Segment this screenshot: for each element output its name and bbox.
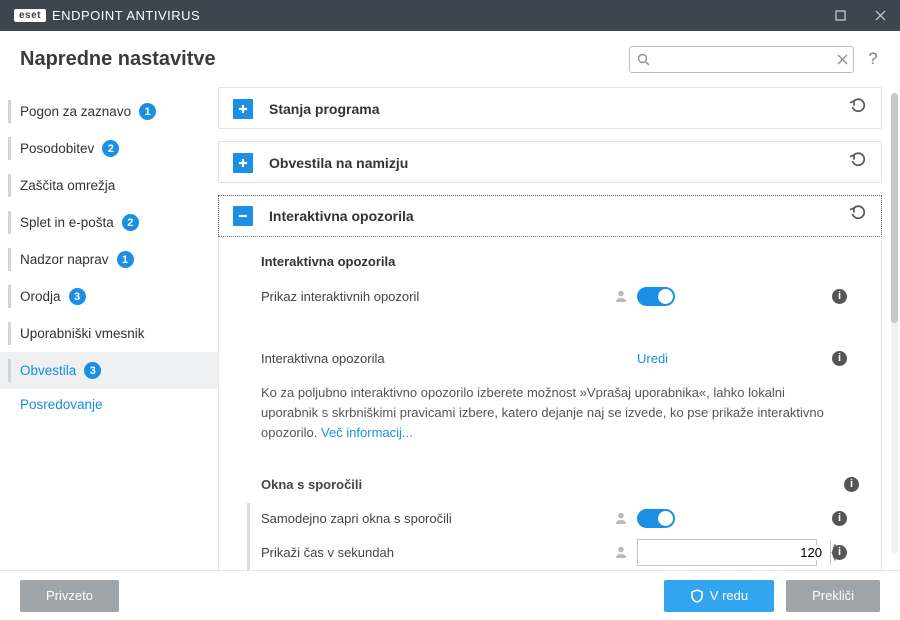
user-icon — [611, 511, 631, 525]
brand-badge: eset — [14, 9, 46, 22]
setting-label: Prikaz interaktivnih opozoril — [261, 289, 611, 304]
sidebar-sublink-forwarding[interactable]: Posredovanje — [0, 389, 218, 419]
badge: 1 — [139, 103, 156, 120]
seconds-stepper[interactable]: ▲ ▼ — [637, 539, 817, 566]
setting-label: Prikaži čas v sekundah — [261, 545, 611, 560]
sidebar-item-ui[interactable]: Uporabniški vmesnik — [0, 315, 218, 352]
setting-label: Samodejno zapri okna s sporočili — [261, 511, 611, 526]
window-maximize-icon[interactable] — [820, 0, 860, 31]
info-icon[interactable]: i — [844, 477, 859, 492]
panel-title: Obvestila na namizju — [269, 155, 850, 171]
edit-link[interactable]: Uredi — [637, 351, 668, 366]
row-show-alerts: Prikaz interaktivnih opozoril i — [261, 281, 859, 311]
info-icon[interactable]: i — [832, 545, 847, 560]
shield-icon — [690, 589, 704, 603]
panel-header[interactable]: Interaktivna opozorila — [218, 195, 882, 237]
panel-title: Stanja programa — [269, 101, 850, 117]
badge: 3 — [84, 362, 101, 379]
panel-interactive-alerts: Interaktivna opozorila Interaktivna opoz… — [218, 195, 882, 570]
revert-icon[interactable] — [850, 152, 867, 174]
user-icon — [611, 545, 631, 559]
search-field[interactable] — [656, 51, 831, 67]
row-alert-list: Interaktivna opozorila Uredi i — [261, 343, 859, 373]
info-icon[interactable]: i — [832, 351, 847, 366]
sidebar-item-web[interactable]: Splet in e-pošta2 — [0, 204, 218, 241]
row-time: Prikaži čas v sekundah ▲ ▼ — [261, 537, 859, 567]
badge: 2 — [122, 214, 139, 231]
badge: 1 — [117, 251, 134, 268]
section-heading: Interaktivna opozorila — [261, 254, 859, 269]
product-title: ENDPOINT ANTIVIRUS — [52, 8, 200, 23]
toggle-autoclose[interactable] — [637, 509, 675, 528]
sidebar-item-notifications[interactable]: Obvestila3 — [0, 352, 218, 389]
panel-header[interactable]: Stanja programa — [219, 88, 881, 130]
seconds-input[interactable] — [638, 545, 830, 560]
sidebar-item-engine[interactable]: Pogon za zaznavo1 — [0, 93, 218, 130]
collapse-icon — [233, 206, 253, 226]
badge: 2 — [102, 140, 119, 157]
default-button[interactable]: Privzeto — [20, 580, 119, 612]
info-icon[interactable]: i — [832, 289, 847, 304]
user-icon — [611, 289, 631, 303]
sidebar-item-device[interactable]: Nadzor naprav1 — [0, 241, 218, 278]
search-input[interactable] — [629, 46, 854, 73]
sidebar-item-update[interactable]: Posodobitev2 — [0, 130, 218, 167]
panel-title: Interaktivna opozorila — [269, 208, 850, 224]
scroll-thumb[interactable] — [891, 93, 898, 323]
badge: 3 — [69, 288, 86, 305]
toggle-show-alerts[interactable] — [637, 287, 675, 306]
revert-icon[interactable] — [850, 98, 867, 120]
sidebar: Pogon za zaznavo1 Posodobitev2 Zaščita o… — [0, 87, 218, 570]
cancel-button[interactable]: Prekliči — [786, 580, 880, 612]
expand-icon — [233, 99, 253, 119]
section-heading-msg: Okna s sporočili i — [261, 469, 859, 499]
sidebar-item-network[interactable]: Zaščita omrežja — [0, 167, 218, 204]
clear-search-icon[interactable] — [831, 54, 853, 65]
help-button[interactable]: ? — [864, 49, 882, 69]
search-icon — [630, 53, 656, 66]
sidebar-item-tools[interactable]: Orodja3 — [0, 278, 218, 315]
titlebar: eset ENDPOINT ANTIVIRUS — [0, 0, 900, 31]
panel-app-states: Stanja programa — [218, 87, 882, 129]
panel-desktop-notif: Obvestila na namizju — [218, 141, 882, 183]
revert-icon[interactable] — [850, 205, 867, 227]
header: Napredne nastavitve ? — [0, 31, 900, 87]
info-icon[interactable]: i — [832, 511, 847, 526]
more-info-link[interactable]: Več informacij... — [321, 425, 413, 440]
scrollbar[interactable] — [888, 87, 900, 570]
description-text: Ko za poljubno interaktivno opozorilo iz… — [261, 383, 841, 443]
panel-header[interactable]: Obvestila na namizju — [219, 142, 881, 184]
main-content: Stanja programa Obvestila na namizju Int… — [218, 87, 888, 570]
expand-icon — [233, 153, 253, 173]
setting-label: Interaktivna opozorila — [261, 351, 611, 366]
ok-button[interactable]: V redu — [664, 580, 774, 612]
footer: Privzeto V redu Prekliči — [0, 570, 900, 620]
page-title: Napredne nastavitve — [20, 48, 629, 71]
row-autoclose: Samodejno zapri okna s sporočili i — [261, 503, 859, 533]
window-close-icon[interactable] — [860, 0, 900, 31]
